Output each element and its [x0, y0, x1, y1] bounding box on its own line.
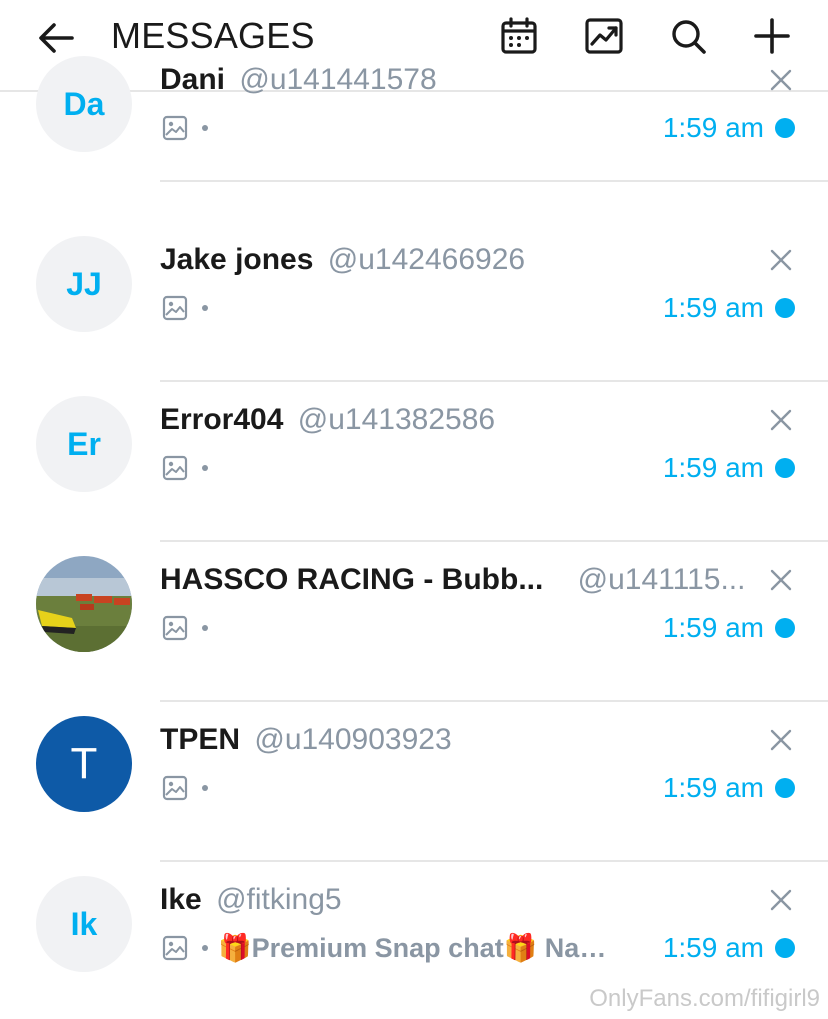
close-icon — [770, 729, 792, 751]
separator-dot — [202, 785, 208, 791]
avatar[interactable]: JJ — [36, 236, 132, 332]
avatar-photo — [36, 556, 132, 652]
avatar-initials: Da — [63, 85, 105, 122]
close-icon — [770, 409, 792, 431]
avatar-initials: Ik — [70, 905, 98, 942]
unread-indicator — [775, 618, 795, 638]
chat-username[interactable]: @u142466926 — [328, 243, 525, 276]
chat-list-item[interactable]: T TPEN @u140903923 1:59 am — [0, 702, 828, 862]
chat-list-item[interactable]: Da Dani @u141441578 1:59 am — [0, 22, 828, 182]
chat-name[interactable]: HASSCO RACING - Bubb... — [160, 563, 543, 596]
chat-time: 1:59 am — [662, 292, 764, 323]
avatar-initials: T — [70, 739, 98, 788]
avatar[interactable]: Da — [36, 56, 132, 152]
avatar[interactable]: T — [36, 716, 132, 812]
remove-chat-button[interactable] — [768, 67, 794, 93]
close-icon — [770, 889, 792, 911]
watermark: OnlyFans.com/fifigirl9 — [589, 985, 820, 1012]
chat-time: 1:59 am — [662, 932, 764, 963]
image-icon — [160, 933, 190, 963]
remove-chat-button[interactable] — [768, 247, 794, 273]
separator-dot — [202, 625, 208, 631]
chat-preview-line — [160, 448, 218, 488]
close-icon — [770, 249, 792, 271]
chat-username[interactable]: @fitking5 — [216, 883, 342, 916]
chat-username[interactable]: @u141441578 — [239, 63, 436, 96]
image-icon — [160, 293, 190, 323]
chat-name[interactable]: TPEN — [160, 723, 240, 756]
unread-indicator — [775, 458, 795, 478]
chat-list-item[interactable]: Er Error404 @u141382586 1:59 am — [0, 382, 828, 542]
row-divider — [160, 180, 828, 182]
chat-header-line: HASSCO RACING - Bubb... @u141115... — [160, 560, 745, 600]
chat-preview-line — [160, 288, 218, 328]
avatar[interactable]: Ik — [36, 876, 132, 972]
avatar-initials: Er — [67, 425, 101, 462]
chat-time: 1:59 am — [662, 112, 764, 143]
avatar[interactable] — [36, 556, 132, 652]
image-icon — [160, 453, 190, 483]
chat-preview-line — [160, 608, 218, 648]
remove-chat-button[interactable] — [768, 727, 794, 753]
remove-chat-button[interactable] — [768, 567, 794, 593]
avatar[interactable]: Er — [36, 396, 132, 492]
separator-dot — [202, 305, 208, 311]
unread-indicator — [775, 778, 795, 798]
image-icon — [160, 773, 190, 803]
remove-chat-button[interactable] — [768, 887, 794, 913]
chat-name[interactable]: Ike — [160, 883, 202, 916]
separator-dot — [202, 465, 208, 471]
chat-username[interactable]: @u141382586 — [298, 403, 495, 436]
chat-header-line: Jake jones @u142466926 — [160, 240, 525, 280]
chat-list-item[interactable]: HASSCO RACING - Bubb... @u141115... 1:59… — [0, 542, 828, 702]
unread-indicator — [775, 938, 795, 958]
chat-list-item[interactable]: JJ Jake jones @u142466926 1:59 am — [0, 222, 828, 382]
remove-chat-button[interactable] — [768, 407, 794, 433]
chat-preview-line — [160, 108, 218, 148]
chat-preview-line: 🎁Premium Snap chat🎁 Nake... — [160, 928, 608, 968]
chat-username[interactable]: @u140903923 — [254, 723, 451, 756]
image-icon — [160, 613, 190, 643]
unread-indicator — [775, 118, 795, 138]
chat-name[interactable]: Error404 — [160, 403, 283, 436]
chat-time: 1:59 am — [662, 452, 764, 483]
image-icon — [160, 113, 190, 143]
chat-time: 1:59 am — [662, 772, 764, 803]
chat-preview-text: 🎁Premium Snap chat🎁 Nake... — [218, 933, 608, 963]
separator-dot — [202, 945, 208, 951]
chat-header-line: Dani @u141441578 — [160, 60, 437, 100]
chat-time: 1:59 am — [662, 612, 764, 643]
chat-name[interactable]: Jake jones — [160, 243, 313, 276]
chat-header-line: TPEN @u140903923 — [160, 720, 452, 760]
chat-name[interactable]: Dani — [160, 63, 225, 96]
unread-indicator — [775, 298, 795, 318]
avatar-initials: JJ — [66, 265, 102, 302]
chat-username[interactable]: @u141115... — [578, 563, 746, 596]
chat-preview-line — [160, 768, 218, 808]
close-icon — [770, 69, 792, 91]
separator-dot — [202, 125, 208, 131]
chat-header-line: Error404 @u141382586 — [160, 400, 495, 440]
close-icon — [770, 569, 792, 591]
chat-header-line: Ike @fitking5 — [160, 880, 342, 920]
